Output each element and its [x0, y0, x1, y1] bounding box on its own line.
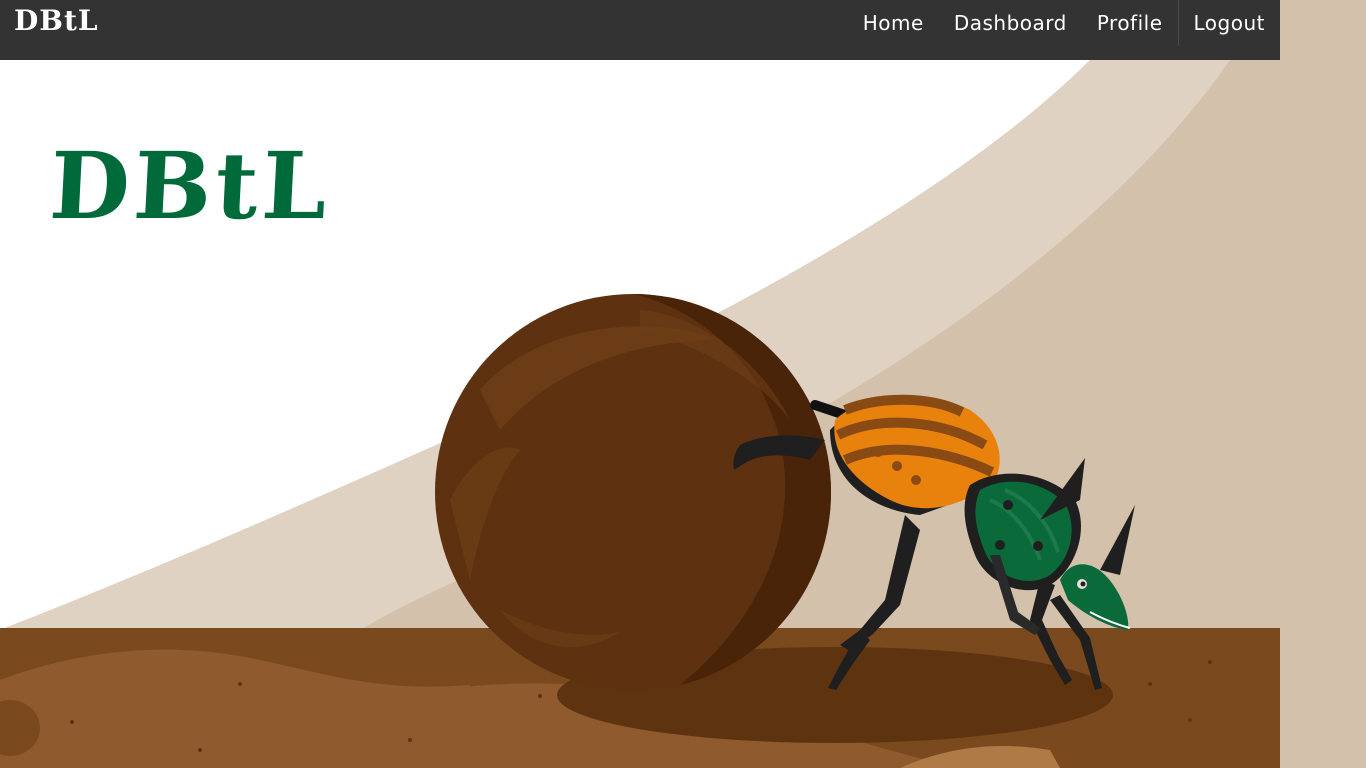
nav-link-home[interactable]: Home: [848, 11, 939, 35]
navbar: DBtL Home Dashboard Profile Logout: [0, 0, 1280, 60]
nav-link-profile[interactable]: Profile: [1082, 11, 1178, 35]
nav-links: Home Dashboard Profile Logout: [848, 0, 1280, 46]
page: DBtL Home Dashboard Profile Logout DBtL: [0, 0, 1366, 768]
hero-banner: DBtL: [0, 60, 1280, 768]
nav-link-dashboard[interactable]: Dashboard: [939, 11, 1082, 35]
dung-ball: [435, 294, 832, 690]
hero-logo: DBtL: [47, 132, 334, 240]
nav-link-logout[interactable]: Logout: [1179, 11, 1280, 35]
brand-logo-link[interactable]: DBtL: [14, 4, 99, 37]
